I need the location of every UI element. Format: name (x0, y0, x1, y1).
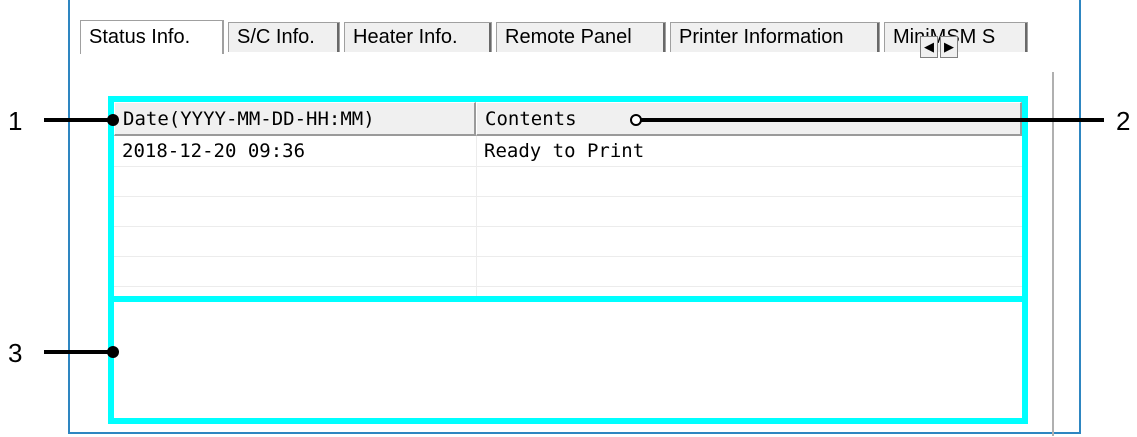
callout-number-2: 2 (1116, 106, 1131, 136)
tab-printer-information[interactable]: Printer Information (670, 22, 880, 52)
callout-leader-2 (640, 118, 1104, 122)
callout-dot-1 (107, 114, 119, 126)
tab-sc-info[interactable]: S/C Info. (228, 22, 340, 52)
callout-leader-3 (44, 350, 112, 354)
callout-leader-1 (44, 118, 112, 122)
tab-status-info[interactable]: Status Info. (80, 20, 224, 54)
tab-scroll-buttons: ◀ ▶ (920, 36, 960, 58)
tab-heater-info[interactable]: Heater Info. (344, 22, 492, 52)
tab-scroll-left-icon[interactable]: ◀ (920, 36, 938, 58)
callout-dot-3 (107, 346, 119, 358)
tab-scroll-right-icon[interactable]: ▶ (940, 36, 958, 58)
tab-remote-panel[interactable]: Remote Panel (496, 22, 666, 52)
callout-number-3: 3 (8, 338, 23, 368)
detail-pane (114, 302, 1022, 418)
callout-number-1: 1 (8, 106, 23, 136)
vertical-scroll-track[interactable] (1052, 72, 1054, 436)
